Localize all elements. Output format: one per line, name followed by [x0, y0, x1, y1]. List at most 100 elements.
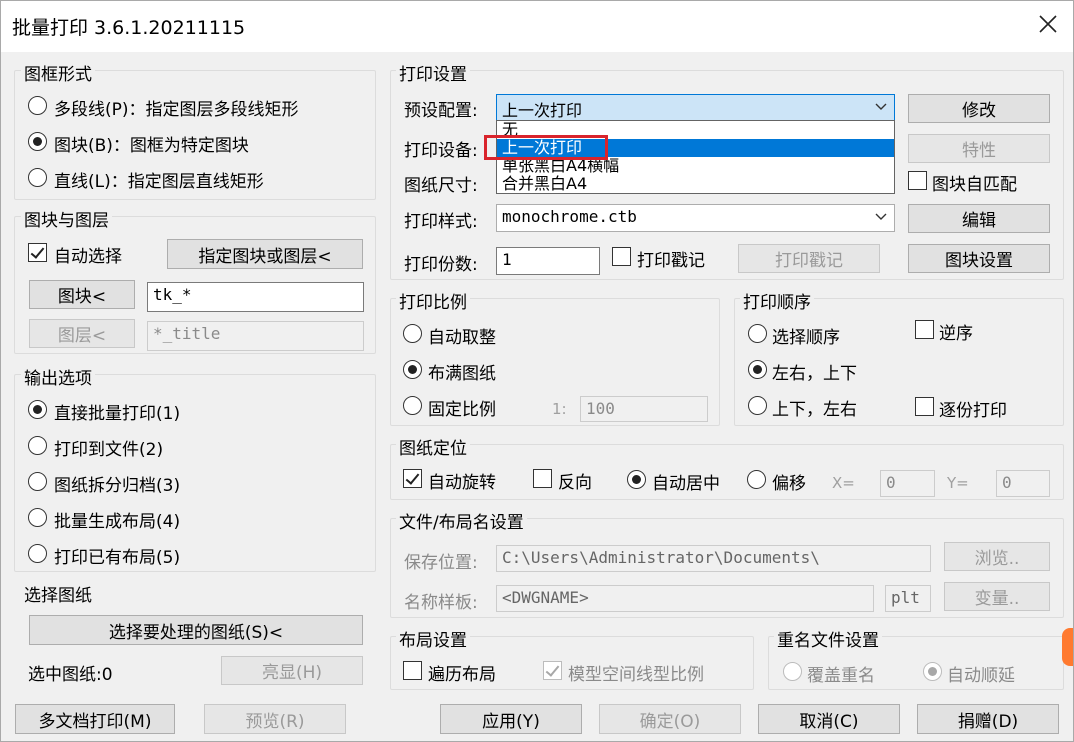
radio-overwrite[interactable] [783, 662, 802, 681]
block-pick-button[interactable]: 图块< [29, 280, 135, 309]
modify-button[interactable]: 修改 [908, 94, 1050, 123]
x-offset-input[interactable]: 0 [880, 470, 935, 497]
preset-option-last[interactable]: 上一次打印 [497, 139, 894, 157]
ratio-input[interactable]: 100 [580, 396, 708, 422]
layer-name-input[interactable]: *_title [147, 321, 364, 351]
reverse-label[interactable]: 反向 [558, 468, 592, 493]
rename-title: 重名文件设置 [774, 626, 882, 651]
donate-button[interactable]: 捐赠(D) [917, 704, 1059, 734]
block-fit-label[interactable]: 图块自匹配 [932, 170, 1017, 195]
edit-button[interactable]: 编辑 [908, 204, 1050, 233]
select-sheets-title: 选择图纸 [21, 581, 95, 606]
chevron-down-icon [875, 103, 887, 110]
ratio-prefix: 1: [552, 400, 567, 418]
radio-direct-print[interactable] [28, 400, 47, 419]
radio-lr-tb[interactable] [748, 360, 767, 379]
pick-block-layer-button[interactable]: 指定图块或图层< [167, 239, 363, 269]
radio-auto-round-label[interactable]: 自动取整 [428, 323, 496, 348]
block-name-input[interactable]: tk_* [147, 282, 364, 312]
layer-pick-button[interactable]: 图层< [29, 319, 135, 348]
stamp-check-label[interactable]: 打印戳记 [637, 246, 705, 271]
radio-block-label[interactable]: 图块(B)：图框为特定图块 [54, 131, 249, 156]
preview-button[interactable]: 预览(R) [204, 704, 346, 734]
radio-tb-lr-label[interactable]: 上下，左右 [772, 395, 857, 420]
preset-combo[interactable]: 上一次打印 [496, 94, 895, 122]
stamp-button[interactable]: 打印戳记 [738, 244, 880, 273]
print-settings-title: 打印设置 [396, 60, 470, 85]
reverse-order-checkbox[interactable] [915, 320, 934, 339]
radio-fixed-scale[interactable] [403, 396, 422, 415]
block-settings-button[interactable]: 图块设置 [908, 244, 1050, 273]
collate-label[interactable]: 逐份打印 [939, 396, 1007, 421]
collate-checkbox[interactable] [915, 397, 934, 416]
reverse-checkbox[interactable] [533, 469, 552, 488]
properties-button[interactable]: 特性 [908, 134, 1050, 163]
extension-input[interactable]: plt [885, 585, 931, 612]
radio-select-order[interactable] [748, 324, 767, 343]
stamp-checkbox[interactable] [612, 247, 631, 266]
radio-auto-extend-label[interactable]: 自动顺延 [947, 661, 1015, 686]
radio-print-existing-layout-label[interactable]: 打印已有布局(5) [54, 543, 180, 568]
print-scale-title: 打印比例 [396, 288, 470, 313]
radio-auto-round[interactable] [403, 324, 422, 343]
auto-select-label[interactable]: 自动选择 [54, 242, 122, 267]
radio-polyline-label[interactable]: 多段线(P)：指定图层多段线矩形 [54, 95, 299, 120]
radio-auto-center-label[interactable]: 自动居中 [652, 469, 720, 494]
radio-lr-tb-label[interactable]: 左右，上下 [772, 359, 857, 384]
preset-option-none[interactable]: 无 [497, 121, 894, 139]
model-linetype-checkbox[interactable] [543, 661, 562, 680]
paper-size-label: 图纸尺寸: [404, 176, 478, 196]
reverse-order-label[interactable]: 逆序 [939, 319, 973, 344]
preset-option-merge-a4[interactable]: 合并黑白A4 [497, 175, 894, 193]
multi-doc-print-button[interactable]: 多文档打印(M) [15, 704, 175, 734]
radio-select-order-label[interactable]: 选择顺序 [772, 323, 840, 348]
radio-print-to-file-label[interactable]: 打印到文件(2) [54, 435, 163, 460]
radio-block[interactable] [28, 132, 47, 151]
print-style-combo[interactable]: monochrome.ctb [496, 204, 895, 232]
block-layer-title: 图块与图层 [21, 206, 112, 231]
preset-option-single-a4[interactable]: 单张黑白A4横幅 [497, 157, 894, 175]
radio-generate-layout-label[interactable]: 批量生成布局(4) [54, 507, 180, 532]
preset-value: 上一次打印 [502, 101, 583, 120]
traverse-layout-label[interactable]: 遍历布局 [428, 660, 496, 685]
radio-fit-paper[interactable] [403, 360, 422, 379]
radio-offset-label[interactable]: 偏移 [772, 469, 806, 494]
radio-auto-extend[interactable] [923, 662, 942, 681]
radio-tb-lr[interactable] [748, 396, 767, 415]
radio-fixed-scale-label[interactable]: 固定比例 [428, 395, 496, 420]
save-location-input[interactable]: C:\Users\Administrator\Documents\ [496, 545, 931, 572]
radio-print-existing-layout[interactable] [28, 544, 47, 563]
x-label: X= [832, 474, 855, 492]
ok-button[interactable]: 确定(O) [599, 704, 741, 734]
copies-input[interactable]: 1 [496, 247, 600, 275]
radio-direct-print-label[interactable]: 直接批量打印(1) [54, 399, 180, 424]
block-fit-checkbox[interactable] [908, 171, 927, 190]
traverse-layout-checkbox[interactable] [403, 661, 422, 680]
radio-print-to-file[interactable] [28, 436, 47, 455]
radio-offset[interactable] [747, 470, 766, 489]
browse-button[interactable]: 浏览.. [944, 542, 1050, 571]
radio-line[interactable] [28, 168, 47, 187]
variable-button[interactable]: 变量.. [944, 582, 1050, 611]
radio-auto-center[interactable] [627, 470, 646, 489]
auto-select-checkbox[interactable] [28, 243, 47, 262]
radio-generate-layout[interactable] [28, 508, 47, 527]
radio-line-label[interactable]: 直线(L)：指定图层直线矩形 [54, 167, 264, 192]
auto-rotate-label[interactable]: 自动旋转 [428, 468, 496, 493]
name-template-input[interactable]: <DWGNAME> [496, 585, 874, 612]
cancel-button[interactable]: 取消(C) [758, 704, 900, 734]
output-title: 输出选项 [21, 364, 95, 389]
radio-overwrite-label[interactable]: 覆盖重名 [807, 661, 875, 686]
auto-rotate-checkbox[interactable] [403, 469, 422, 488]
model-linetype-label[interactable]: 模型空间线型比例 [568, 660, 704, 685]
radio-polyline[interactable] [28, 96, 47, 115]
apply-button[interactable]: 应用(Y) [440, 704, 582, 734]
close-icon[interactable] [1034, 10, 1062, 38]
highlight-button[interactable]: 亮显(H) [221, 656, 363, 685]
selected-count: 选中图纸:0 [28, 665, 113, 685]
radio-split-archive-label[interactable]: 图纸拆分归档(3) [54, 471, 180, 496]
radio-fit-paper-label[interactable]: 布满图纸 [428, 359, 496, 384]
select-sheets-button[interactable]: 选择要处理的图纸(S)< [29, 615, 363, 645]
y-offset-input[interactable]: 0 [996, 470, 1050, 497]
radio-split-archive[interactable] [28, 472, 47, 491]
